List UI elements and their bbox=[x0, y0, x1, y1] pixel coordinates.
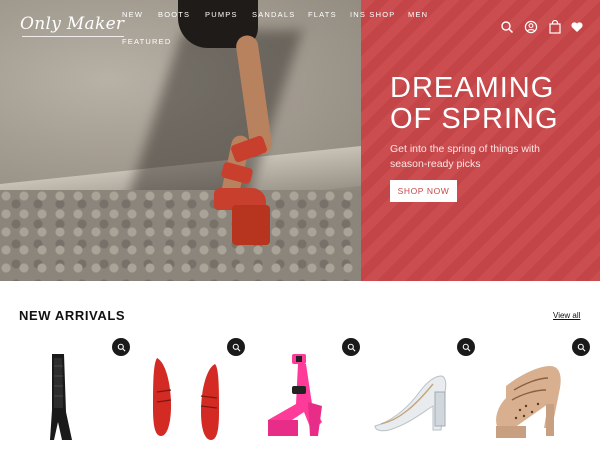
nav-item-boots[interactable]: BOOTS bbox=[158, 10, 190, 19]
nav-item-new[interactable]: NEW bbox=[122, 10, 143, 19]
hero-photo[interactable] bbox=[0, 0, 361, 281]
product-image[interactable] bbox=[246, 346, 360, 450]
shop-now-button[interactable]: SHOP NOW bbox=[390, 180, 457, 202]
account-icon[interactable] bbox=[524, 20, 538, 34]
nav-item-featured[interactable]: FEATURED bbox=[122, 37, 171, 46]
cobblestones bbox=[0, 190, 361, 281]
nav-item-ins-shop[interactable]: INS SHOP bbox=[350, 10, 395, 19]
nav-item-pumps[interactable]: PUMPS bbox=[205, 10, 238, 19]
view-all-link[interactable]: View all bbox=[553, 311, 580, 320]
product-card[interactable] bbox=[361, 336, 475, 450]
nav-item-men[interactable]: MEN bbox=[408, 10, 428, 19]
quick-view-icon[interactable] bbox=[112, 338, 130, 356]
search-icon[interactable] bbox=[500, 20, 514, 34]
hero-promo-panel: DREAMING OF SPRING Get into the spring o… bbox=[361, 0, 600, 281]
section-title-new-arrivals: NEW ARRIVALS bbox=[19, 308, 126, 323]
product-card[interactable] bbox=[476, 336, 590, 450]
quick-view-icon[interactable] bbox=[342, 338, 360, 356]
quick-view-icon[interactable] bbox=[457, 338, 475, 356]
product-image[interactable] bbox=[16, 346, 130, 450]
hero-title-line: OF SPRING bbox=[390, 103, 559, 135]
nav-item-flats[interactable]: FLATS bbox=[308, 10, 337, 19]
shoe-platform bbox=[232, 205, 270, 245]
wishlist-heart-icon[interactable] bbox=[570, 20, 584, 34]
product-card[interactable] bbox=[246, 336, 360, 450]
product-image[interactable] bbox=[131, 346, 245, 450]
quick-view-icon[interactable] bbox=[227, 338, 245, 356]
hero-title-line: DREAMING bbox=[390, 72, 555, 104]
product-card[interactable] bbox=[131, 336, 245, 450]
product-image[interactable] bbox=[476, 346, 590, 450]
hero-title: DREAMING OF SPRING bbox=[390, 73, 590, 135]
hero-banner[interactable]: DREAMING OF SPRING Get into the spring o… bbox=[0, 0, 600, 281]
product-card[interactable] bbox=[16, 336, 130, 450]
hero-subtitle: Get into the spring of things with seaso… bbox=[390, 143, 540, 170]
nav-item-sandals[interactable]: SANDALS bbox=[252, 10, 295, 19]
product-image[interactable] bbox=[361, 346, 475, 450]
quick-view-icon[interactable] bbox=[572, 338, 590, 356]
brand-logo[interactable]: Only Maker bbox=[20, 14, 125, 37]
cart-icon[interactable] bbox=[548, 20, 562, 34]
